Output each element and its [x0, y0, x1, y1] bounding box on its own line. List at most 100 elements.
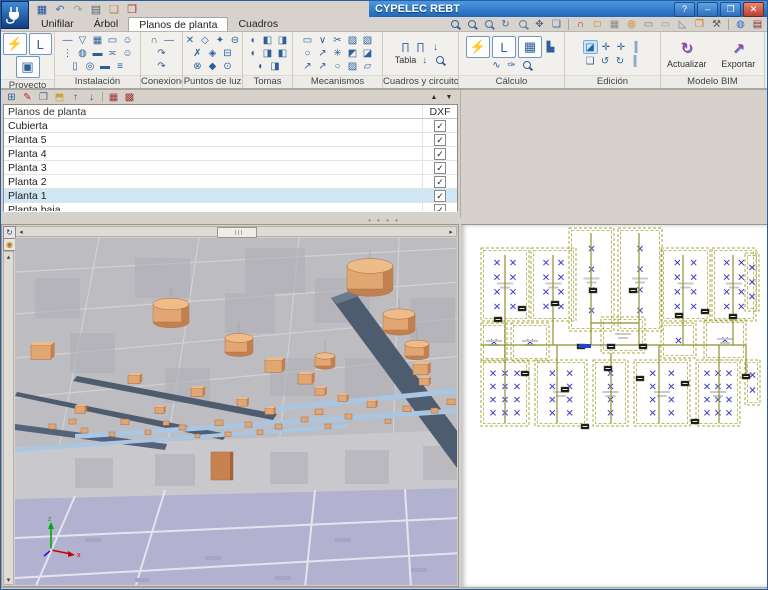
light-fixture-cube[interactable]: [214, 419, 224, 427]
light-point[interactable]: [668, 383, 675, 390]
scroll-down-arrow[interactable]: ▾: [4, 575, 14, 584]
mecanismo-icon-4[interactable]: ▨: [346, 35, 359, 47]
light-fixture-cube[interactable]: [154, 405, 166, 414]
alinear-icon[interactable]: ║: [629, 55, 642, 67]
light-point[interactable]: [674, 288, 681, 295]
light-point[interactable]: [723, 288, 730, 295]
dxf-checkbox[interactable]: ✓: [434, 147, 446, 160]
mover-punto-icon[interactable]: ✛: [600, 41, 613, 53]
table-row[interactable]: Planta 3 ✓: [4, 161, 457, 175]
light-point[interactable]: [558, 288, 564, 295]
move-down-icon[interactable]: ↓: [85, 91, 98, 103]
light-point[interactable]: [674, 259, 681, 266]
viewport-2d[interactable]: [461, 224, 767, 587]
light-fixture-cube[interactable]: [264, 406, 276, 415]
mecanismo-icon-1[interactable]: ▭: [301, 35, 314, 47]
tab-árbol[interactable]: Árbol: [84, 17, 129, 31]
light-point[interactable]: [514, 409, 520, 416]
light-point[interactable]: [490, 370, 496, 377]
light-point[interactable]: [566, 409, 573, 416]
toma-icon-4[interactable]: ◖: [246, 48, 259, 60]
mecanismo-icon-8[interactable]: ✳: [331, 48, 344, 60]
table-row[interactable]: Planta baja ✓: [4, 203, 457, 211]
light-fixture-cube[interactable]: [297, 371, 315, 385]
light-fixture-cube[interactable]: [244, 421, 253, 428]
table-row[interactable]: Planta 4 ✓: [4, 147, 457, 161]
light-fixture-cube[interactable]: [194, 433, 201, 438]
toma-icon-3[interactable]: ◨: [276, 35, 289, 47]
switch-panel[interactable]: [700, 308, 710, 315]
entity-snap-icon[interactable]: ▭: [641, 18, 656, 31]
redraw-icon[interactable]: ↻: [498, 18, 513, 31]
instalacion-icon-2[interactable]: ▽: [76, 35, 89, 47]
calculadora-icon[interactable]: ▦: [518, 36, 542, 58]
instalacion-icon-14[interactable]: ≡: [114, 61, 127, 73]
toma-icon-7[interactable]: ◖: [254, 61, 267, 73]
switch-panel[interactable]: [674, 312, 684, 319]
light-point[interactable]: [723, 274, 730, 281]
light-point[interactable]: [649, 396, 656, 403]
grafica-icon[interactable]: ▙: [544, 41, 557, 53]
mecanismo-icon-2[interactable]: ∨: [316, 35, 329, 47]
add-plan-icon[interactable]: ⊞: [5, 91, 18, 103]
snap-magnet-icon[interactable]: ∩: [573, 18, 588, 31]
dxf-checkbox[interactable]: ✓: [434, 189, 446, 202]
punto-luz-icon-5[interactable]: ✗: [191, 48, 204, 60]
light-point[interactable]: [637, 307, 643, 314]
actualizar-button[interactable]: ↻ Actualizar: [663, 41, 711, 70]
switch-panel[interactable]: [580, 423, 590, 430]
light-point[interactable]: [494, 288, 500, 295]
light-point[interactable]: [637, 286, 643, 293]
light-point[interactable]: [749, 387, 756, 393]
tab-planos-de-planta[interactable]: Planos de planta: [128, 17, 229, 31]
light-point[interactable]: [723, 303, 730, 310]
light-fixture-cube[interactable]: [80, 427, 89, 434]
light-point[interactable]: [675, 337, 682, 344]
switch-panel[interactable]: [741, 373, 751, 380]
light-point[interactable]: [738, 274, 745, 281]
light-fixture-cube[interactable]: [48, 423, 57, 430]
help-book-icon[interactable]: ▤: [750, 18, 765, 31]
scroll-up-arrow[interactable]: ▴: [4, 252, 14, 261]
dxf-checkbox[interactable]: ✓: [434, 161, 446, 174]
mecanismo-icon-15[interactable]: ▱: [361, 61, 374, 73]
redo-icon[interactable]: ↷: [71, 3, 85, 16]
table-row[interactable]: Planta 1 ✓: [4, 189, 457, 203]
light-fixture-cube[interactable]: [402, 405, 412, 413]
toma-icon-8[interactable]: ◨: [269, 61, 282, 73]
instalacion-icon-8[interactable]: ▬: [91, 48, 104, 60]
room[interactable]: [510, 322, 550, 362]
mecanismo-icon-10[interactable]: ◪: [361, 48, 374, 60]
instalacion-icon-9[interactable]: ≍: [106, 48, 119, 60]
light-point[interactable]: [637, 245, 643, 252]
light-point[interactable]: [558, 259, 564, 266]
cuadro-icon-3[interactable]: ↓: [418, 54, 431, 66]
references-icon[interactable]: ❐: [692, 18, 707, 31]
zoom-previous-icon[interactable]: [515, 18, 530, 31]
light-fixture-cube[interactable]: [30, 342, 55, 360]
full-screen-icon[interactable]: ❏: [549, 18, 564, 31]
light-point[interactable]: [558, 274, 564, 281]
vertical-scrollbar[interactable]: ▴ ▾: [3, 251, 14, 585]
light-point[interactable]: [726, 370, 732, 377]
mecanismo-icon-14[interactable]: ▨: [346, 61, 359, 73]
exportar-button[interactable]: ↗ Exportar: [715, 41, 763, 70]
mecanismo-icon-3[interactable]: ✂: [331, 35, 344, 47]
collapse-down-button[interactable]: ▼: [442, 92, 456, 103]
scrollbar-thumb[interactable]: [217, 227, 257, 238]
instalacion-icon-11[interactable]: ▯: [69, 61, 82, 73]
light-point[interactable]: [738, 288, 745, 295]
light-point[interactable]: [690, 259, 697, 266]
light-fixture-cube[interactable]: [300, 416, 309, 423]
cables-icon[interactable]: ∿: [490, 59, 503, 71]
light-fixture-cube[interactable]: [120, 418, 130, 426]
instalacion-icon-3[interactable]: ▦: [91, 35, 104, 47]
light-point[interactable]: [690, 274, 697, 281]
light-point[interactable]: [649, 370, 656, 377]
light-fixture-cube[interactable]: [108, 431, 116, 437]
light-point[interactable]: [674, 303, 681, 310]
light-fixture-cube[interactable]: [224, 431, 232, 437]
light-point[interactable]: [704, 409, 710, 416]
light-point[interactable]: [704, 370, 710, 377]
light-fixture-cube[interactable]: [314, 386, 327, 396]
